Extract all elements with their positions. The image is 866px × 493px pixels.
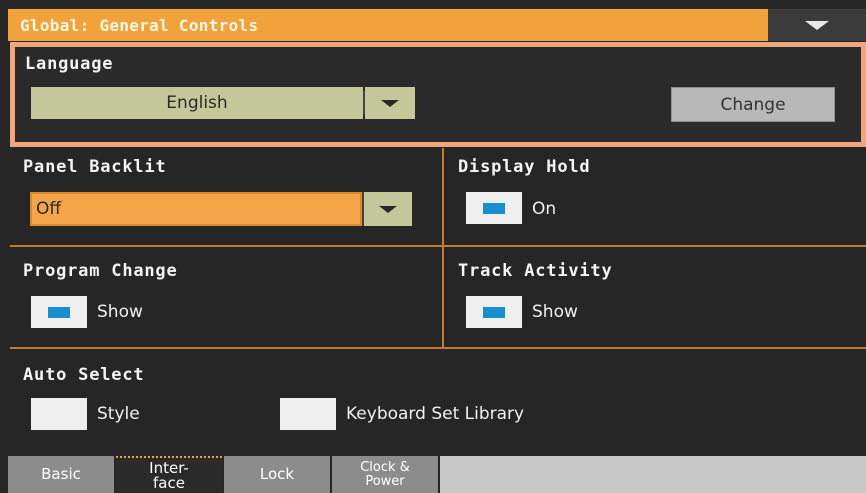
auto-select-keyboard-set-checkbox[interactable] <box>280 398 336 430</box>
language-dropdown-value: English <box>31 87 363 119</box>
program-change-label: Program Change <box>23 261 178 281</box>
track-activity-label: Track Activity <box>458 261 613 281</box>
tab-clock-power[interactable]: Clock & Power <box>332 456 438 493</box>
panel-backlit-label: Panel Backlit <box>23 157 167 177</box>
divider <box>10 245 866 247</box>
language-section: Language English Change <box>10 42 866 147</box>
auto-select-keyboard-set-label: Keyboard Set Library <box>346 404 525 424</box>
auto-select-style-checkbox[interactable] <box>31 398 87 430</box>
track-activity-checkbox-label: Show <box>532 302 578 322</box>
tab-label-line2: face <box>153 473 185 492</box>
checked-indicator-icon <box>48 306 70 318</box>
tab-bar-empty <box>440 456 866 493</box>
program-change-checkbox-label: Show <box>97 302 143 322</box>
page-title: Global: General Controls <box>20 16 259 35</box>
tab-label: Clock & <box>360 459 410 475</box>
triangle-down-icon <box>805 20 829 30</box>
tab-label-line2: Power <box>365 473 405 489</box>
tab-lock[interactable]: Lock <box>224 456 330 493</box>
auto-select-label: Auto Select <box>23 365 145 385</box>
title-bar: Global: General Controls <box>8 9 866 41</box>
page-menu-button[interactable] <box>768 9 866 41</box>
divider <box>442 247 444 348</box>
panel-backlit-dropdown-button[interactable] <box>362 192 412 226</box>
language-panel: Language English Change <box>15 47 861 142</box>
tab-interface[interactable]: Inter- face <box>116 456 222 493</box>
panel-backlit-dropdown[interactable]: Off <box>30 192 412 226</box>
language-label: Language <box>25 54 114 74</box>
checked-indicator-icon <box>483 306 505 318</box>
panel-backlit-value: Off <box>30 192 362 226</box>
language-dropdown-button[interactable] <box>365 87 415 119</box>
tab-basic[interactable]: Basic <box>8 456 114 493</box>
auto-select-style-label: Style <box>97 404 140 424</box>
display-hold-checkbox-label: On <box>532 199 557 219</box>
checked-indicator-icon <box>483 202 505 214</box>
display-hold-label: Display Hold <box>458 157 591 177</box>
language-dropdown[interactable]: English <box>31 87 415 119</box>
program-change-checkbox[interactable] <box>31 296 87 328</box>
chevron-down-icon <box>381 99 399 107</box>
track-activity-checkbox[interactable] <box>466 296 522 328</box>
chevron-down-icon <box>379 205 397 213</box>
divider <box>442 148 444 246</box>
tab-label: Basic <box>41 465 81 483</box>
tab-label: Lock <box>259 465 295 483</box>
divider <box>10 347 866 349</box>
display-hold-checkbox[interactable] <box>466 192 522 224</box>
change-language-button[interactable]: Change <box>671 87 835 122</box>
